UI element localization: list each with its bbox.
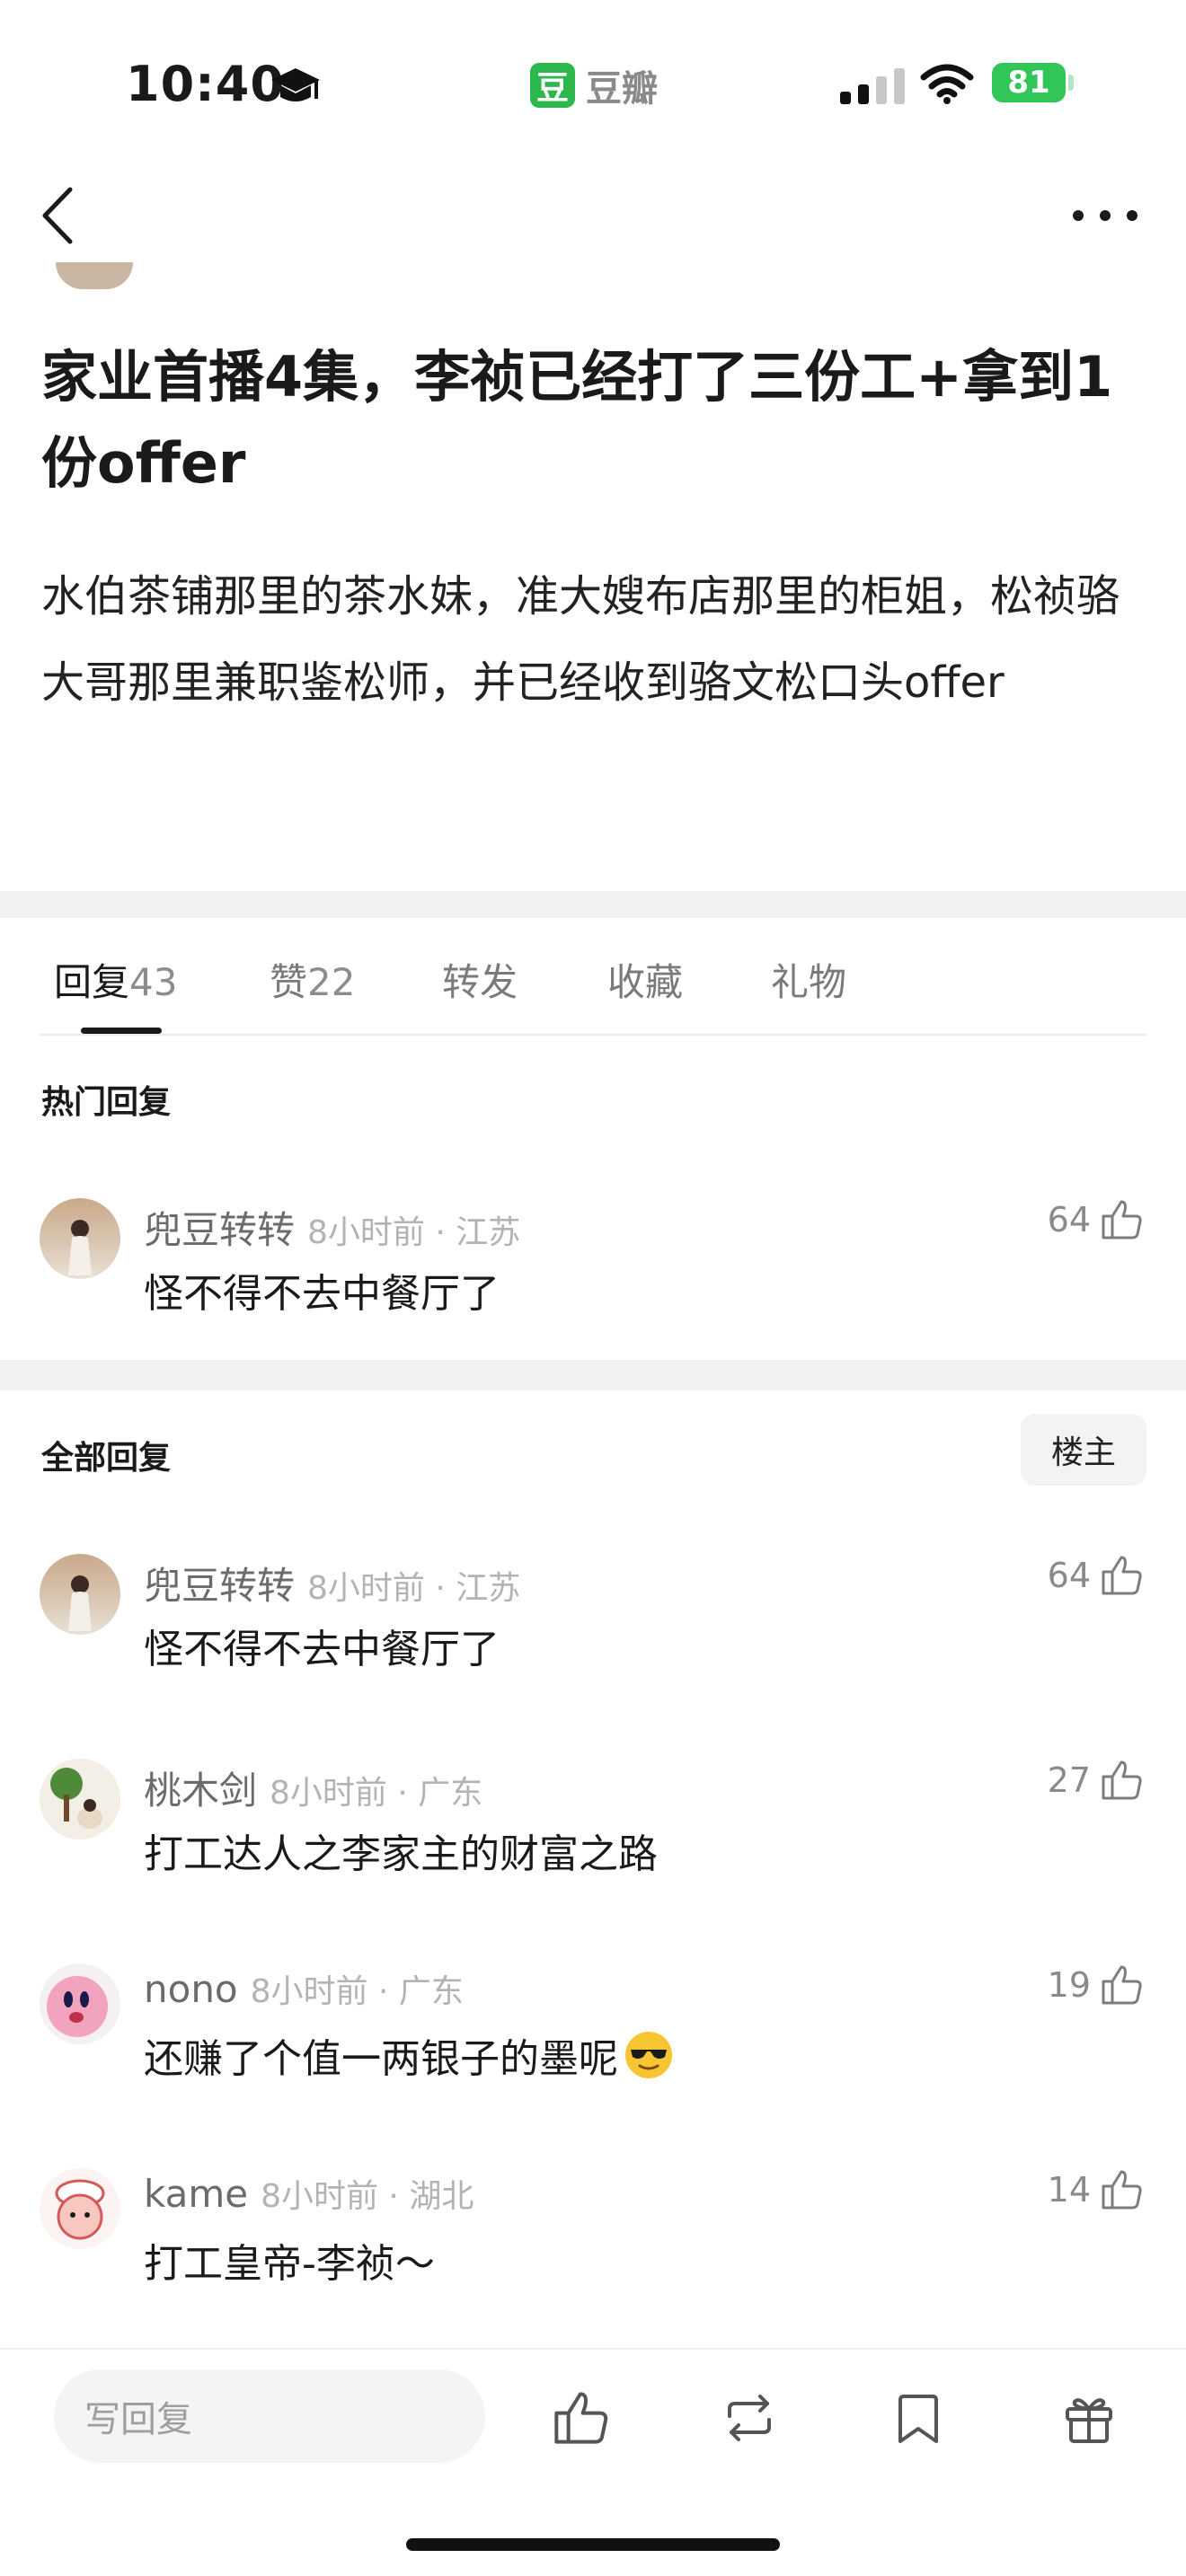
battery-level: 81 bbox=[1007, 65, 1050, 101]
like-count: 19 bbox=[1047, 1965, 1091, 2005]
tab-label: 回复 bbox=[54, 960, 130, 1004]
battery-tip bbox=[1068, 75, 1074, 91]
bookmark-icon[interactable] bbox=[890, 2389, 947, 2447]
app-brand: 豆 豆瓣 bbox=[530, 59, 658, 111]
tab-reposts[interactable]: 转发 bbox=[442, 952, 518, 1007]
like-count: 64 bbox=[1047, 1556, 1091, 1595]
avatar[interactable] bbox=[40, 1198, 120, 1279]
status-time: 10:40 bbox=[126, 56, 285, 112]
thumbs-up-icon bbox=[1102, 1965, 1142, 2005]
thumbs-up-icon bbox=[1102, 2170, 1142, 2210]
author-name: 桃木剑 bbox=[144, 1769, 258, 1813]
author-avatar[interactable] bbox=[56, 262, 133, 289]
hot-replies-label: 热门回复 bbox=[41, 1084, 172, 1121]
author-name: nono bbox=[144, 1967, 238, 2011]
comment-meta: 8小时前 · 湖北 bbox=[261, 2178, 474, 2215]
like-count: 64 bbox=[1047, 1200, 1091, 1239]
thumbs-up-icon[interactable] bbox=[552, 2389, 609, 2447]
author-name: kame bbox=[144, 2172, 249, 2216]
tab-replies[interactable]: 回复43 bbox=[54, 952, 177, 1007]
avatar[interactable] bbox=[40, 1963, 120, 2044]
reply-placeholder: 写回复 bbox=[84, 2399, 192, 2440]
douban-logo-icon: 豆 bbox=[530, 63, 575, 108]
tab-likes[interactable]: 赞22 bbox=[270, 952, 355, 1007]
battery-indicator: 81 bbox=[992, 63, 1066, 102]
person-silhouette-icon bbox=[68, 1220, 92, 1275]
tab-count: 43 bbox=[129, 960, 178, 1004]
all-replies-label: 全部回复 bbox=[41, 1440, 172, 1477]
tabs-divider bbox=[40, 1034, 1146, 1036]
comment-text: 打工皇帝-李祯～ bbox=[144, 2241, 435, 2287]
comment-content: 还赚了个值一两银子的墨呢 bbox=[144, 2026, 674, 2084]
repost-icon[interactable] bbox=[721, 2389, 778, 2447]
like-button[interactable]: 14 bbox=[1048, 2168, 1143, 2211]
comment-text: 打工达人之李家主的财富之路 bbox=[144, 1831, 658, 1877]
thumbs-up-icon bbox=[1102, 1200, 1142, 1239]
comment-author[interactable]: 桃木剑 8小时前 · 广东 bbox=[144, 1760, 482, 1815]
tab-gifts[interactable]: 礼物 bbox=[771, 952, 846, 1007]
section-divider bbox=[0, 891, 1186, 918]
thumbs-up-icon bbox=[1102, 1556, 1142, 1595]
like-count: 27 bbox=[1047, 1760, 1091, 1800]
avatar[interactable] bbox=[40, 1759, 120, 1839]
more-icon[interactable] bbox=[1069, 207, 1141, 225]
author-name: 兜豆转转 bbox=[144, 1564, 296, 1608]
app-name: 豆瓣 bbox=[586, 68, 658, 110]
comment-author[interactable]: 兜豆转转 8小时前 · 江苏 bbox=[144, 1200, 520, 1255]
comment-author[interactable]: nono 8小时前 · 广东 bbox=[144, 1965, 464, 2012]
like-count: 14 bbox=[1047, 2170, 1091, 2210]
like-button[interactable]: 19 bbox=[1048, 1963, 1143, 2007]
graduation-cap-icon bbox=[271, 68, 320, 101]
pink-character-icon bbox=[47, 1976, 108, 2037]
like-button[interactable]: 64 bbox=[1048, 1554, 1143, 1597]
chef-character-icon bbox=[55, 2179, 105, 2240]
avatar[interactable] bbox=[40, 1554, 120, 1635]
home-indicator bbox=[406, 2538, 780, 2551]
comment-meta: 8小时前 · 江苏 bbox=[307, 1214, 521, 1251]
comment-meta: 8小时前 · 广东 bbox=[250, 1973, 464, 2010]
reply-input[interactable]: 写回复 bbox=[54, 2369, 485, 2463]
gift-icon[interactable] bbox=[1060, 2389, 1118, 2447]
tab-collections[interactable]: 收藏 bbox=[607, 952, 683, 1007]
active-tab-indicator bbox=[81, 1028, 162, 1034]
post-body: 水伯茶铺那里的茶水妹，准大嫂布店那里的柜姐，松祯骆大哥那里兼职鉴松师，并已经收到… bbox=[41, 571, 1120, 708]
comment-author[interactable]: 兜豆转转 8小时前 · 江苏 bbox=[144, 1556, 520, 1610]
tab-count: 22 bbox=[307, 960, 356, 1004]
comment-meta: 8小时前 · 江苏 bbox=[307, 1570, 521, 1607]
author-name: 兜豆转转 bbox=[144, 1208, 296, 1252]
like-button[interactable]: 27 bbox=[1048, 1759, 1143, 1802]
avatar[interactable] bbox=[40, 2168, 120, 2249]
wifi-icon bbox=[920, 64, 974, 104]
bottom-bar-divider bbox=[0, 2348, 1186, 2350]
tab-label: 赞 bbox=[270, 960, 308, 1004]
cellular-signal-icon bbox=[840, 68, 905, 104]
comment-meta: 8小时前 · 广东 bbox=[270, 1775, 483, 1812]
person-silhouette-icon bbox=[68, 1575, 92, 1631]
comment-author[interactable]: kame 8小时前 · 湖北 bbox=[144, 2170, 474, 2217]
thumbs-up-icon bbox=[1102, 1760, 1142, 1800]
op-only-button[interactable]: 楼主 bbox=[1021, 1414, 1146, 1486]
post-title: 家业首播4集，李祯已经打了三份工+拿到1份offer bbox=[41, 344, 1113, 496]
comment-text: 怪不得不去中餐厅了 bbox=[144, 1627, 500, 1672]
chevron-left-icon[interactable] bbox=[36, 184, 81, 247]
like-button[interactable]: 64 bbox=[1048, 1198, 1143, 1241]
comment-text: 还赚了个值一两银子的墨呢 bbox=[144, 2036, 618, 2082]
tree-illustration-icon bbox=[50, 1768, 102, 1829]
section-divider bbox=[0, 1360, 1186, 1390]
sunglasses-emoji-icon bbox=[625, 2032, 672, 2078]
comment-text: 怪不得不去中餐厅了 bbox=[144, 1271, 500, 1317]
